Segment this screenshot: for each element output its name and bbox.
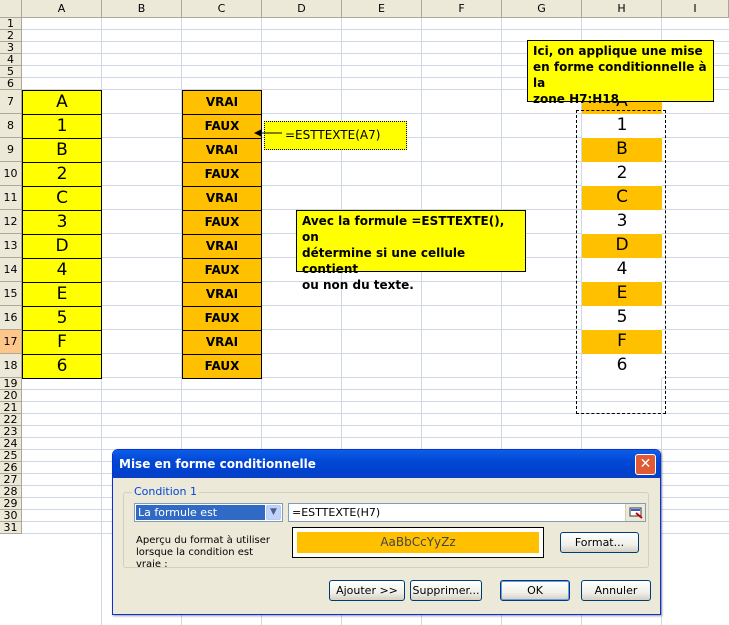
selection-marquee (576, 110, 666, 414)
cell-c9[interactable]: VRAI (182, 138, 262, 163)
row-header-8[interactable]: 8 (0, 114, 22, 138)
row-header-18[interactable]: 18 (0, 354, 22, 378)
cell-c13[interactable]: VRAI (182, 234, 262, 259)
col-header-g[interactable]: G (502, 0, 582, 18)
row-header-10[interactable]: 10 (0, 162, 22, 186)
cell-c8[interactable]: FAUX (182, 114, 262, 139)
cell-c17[interactable]: VRAI (182, 330, 262, 355)
row-header-9[interactable]: 9 (0, 138, 22, 162)
formula-input[interactable]: =ESTTEXTE(H7) (288, 503, 646, 522)
col-header-f[interactable]: F (422, 0, 502, 18)
condition-group: Condition 1 La formule est ▼ =ESTTEXTE(H… (123, 485, 649, 571)
col-header-i[interactable]: I (662, 0, 729, 18)
cell-a18[interactable]: 6 (22, 354, 102, 379)
format-button[interactable]: Format... (560, 532, 639, 553)
grid-hline (22, 425, 729, 426)
cell-c18[interactable]: FAUX (182, 354, 262, 379)
select-all-corner[interactable] (0, 0, 22, 18)
col-header-a[interactable]: A (22, 0, 102, 18)
row-header-6[interactable]: 6 (0, 78, 22, 90)
cell-a14[interactable]: 4 (22, 258, 102, 283)
note-line-2: en forme conditionnelle à la (533, 60, 707, 90)
cell-a15[interactable]: E (22, 282, 102, 307)
condition-type-value: La formule est (136, 505, 265, 520)
dialog-title: Mise en forme conditionnelle (119, 457, 316, 471)
col-header-h[interactable]: H (582, 0, 662, 18)
col-header-d[interactable]: D (262, 0, 342, 18)
row-header-16[interactable]: 16 (0, 306, 22, 330)
preview-label-line-1: Aperçu du format à utiliser (136, 535, 271, 546)
condition-label: Condition 1 (132, 485, 199, 498)
format-preview: AaBbCcYyZz (292, 527, 544, 558)
row-header-31[interactable]: 31 (0, 522, 22, 534)
condition-type-select[interactable]: La formule est ▼ (134, 503, 283, 522)
cell-a13[interactable]: D (22, 234, 102, 259)
row-header-17[interactable]: 17 (0, 330, 22, 354)
row-header-13[interactable]: 13 (0, 234, 22, 258)
cell-a10[interactable]: 2 (22, 162, 102, 187)
note-line-1: Ici, on applique une mise (533, 44, 703, 58)
cell-a12[interactable]: 3 (22, 210, 102, 235)
preview-label-line-2: lorsque la condition est vraie : (136, 547, 254, 570)
chevron-down-icon[interactable]: ▼ (266, 505, 281, 520)
cell-a9[interactable]: B (22, 138, 102, 163)
cell-a7[interactable]: A (22, 90, 102, 115)
preview-label: Aperçu du format à utiliser lorsque la c… (136, 535, 276, 571)
formula-callout-text: =ESTTEXTE(A7) (285, 128, 381, 142)
cell-c16[interactable]: FAUX (182, 306, 262, 331)
col-header-e[interactable]: E (342, 0, 422, 18)
row-header-11[interactable]: 11 (0, 186, 22, 210)
cell-a16[interactable]: 5 (22, 306, 102, 331)
formula-callout: =ESTTEXTE(A7) (264, 121, 407, 150)
note-line-1: Avec la formule =ESTTEXTE(), on (302, 214, 505, 244)
cell-c15[interactable]: VRAI (182, 282, 262, 307)
formula-input-value: =ESTTEXTE(H7) (292, 506, 381, 519)
cell-a17[interactable]: F (22, 330, 102, 355)
delete-button[interactable]: Supprimer... (410, 580, 482, 601)
grid-hline (22, 29, 729, 30)
row-header-14[interactable]: 14 (0, 258, 22, 282)
preview-text: AaBbCcYyZz (297, 532, 539, 553)
col-header-b[interactable]: B (102, 0, 182, 18)
collapse-dialog-icon[interactable] (625, 504, 645, 521)
note-line-3: ou non du texte. (302, 278, 414, 292)
cell-c10[interactable]: FAUX (182, 162, 262, 187)
note-esttexte: Avec la formule =ESTTEXTE(), on détermin… (296, 210, 526, 292)
note-line-2: détermine si une cellule contient (302, 246, 466, 276)
arrow-icon (254, 129, 282, 137)
cell-c11[interactable]: VRAI (182, 186, 262, 211)
cell-c7[interactable]: VRAI (182, 90, 262, 115)
col-header-c[interactable]: C (182, 0, 262, 18)
row-header-12[interactable]: 12 (0, 210, 22, 234)
ok-button[interactable]: OK (500, 580, 570, 601)
row-header-15[interactable]: 15 (0, 282, 22, 306)
conditional-format-dialog: Mise en forme conditionnelle ✕ Condition… (112, 449, 661, 615)
note-conditional-format: Ici, on applique une mise en forme condi… (527, 40, 714, 106)
row-header-7[interactable]: 7 (0, 90, 22, 114)
grid-hline (22, 437, 729, 438)
close-icon[interactable]: ✕ (635, 454, 656, 475)
cell-a8[interactable]: 1 (22, 114, 102, 139)
cell-c14[interactable]: FAUX (182, 258, 262, 283)
cell-a11[interactable]: C (22, 186, 102, 211)
cell-c12[interactable]: FAUX (182, 210, 262, 235)
cancel-button[interactable]: Annuler (581, 580, 651, 601)
note-line-3: zone H7:H18 (533, 92, 620, 106)
dialog-titlebar[interactable]: Mise en forme conditionnelle ✕ (113, 450, 660, 478)
add-button[interactable]: Ajouter >> (329, 580, 405, 601)
